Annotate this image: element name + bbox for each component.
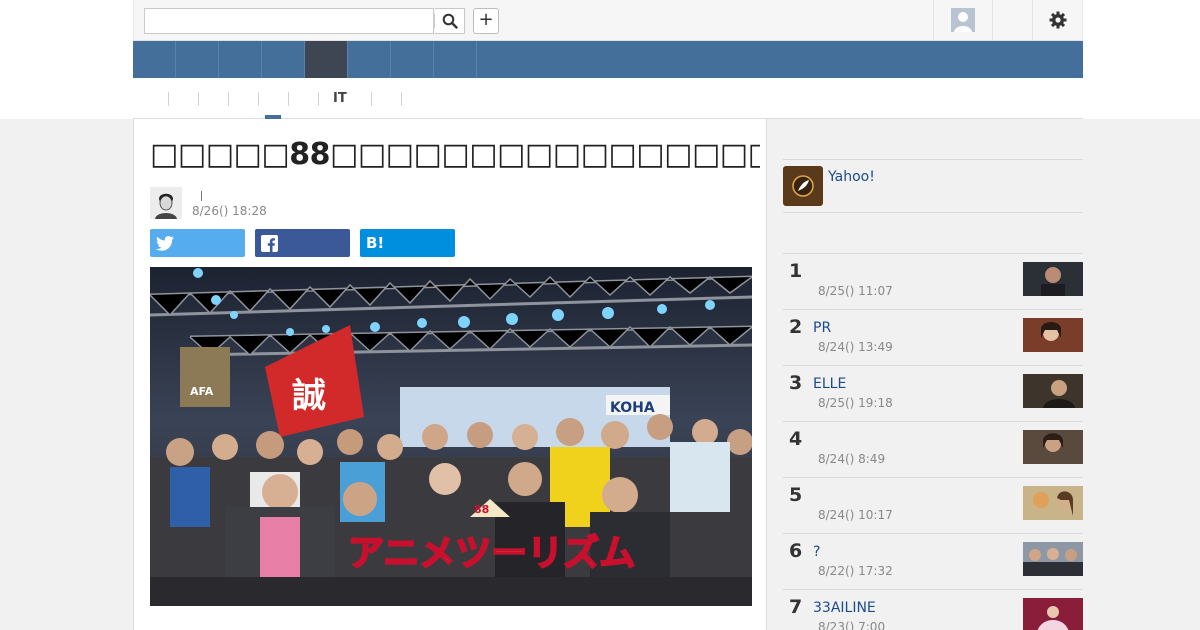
- rank-thumbnail[interactable]: [1023, 598, 1083, 630]
- rank-date: 8/24() 10:17: [818, 508, 893, 522]
- nav-item-5-active[interactable]: [305, 41, 348, 78]
- ranking-item-5[interactable]: 5 8/24() 10:17: [783, 477, 1083, 533]
- rank-date: 8/25() 11:07: [818, 284, 893, 298]
- rank-number: 1: [789, 260, 803, 282]
- author-avatar[interactable]: [150, 187, 182, 219]
- add-button[interactable]: +: [473, 8, 499, 34]
- thumbnail-image: [1023, 486, 1083, 520]
- search-input[interactable]: [144, 8, 434, 34]
- rank-date: 8/24() 13:49: [818, 340, 893, 354]
- user-avatar-icon: [951, 8, 975, 32]
- ranking-item-4[interactable]: 4 8/24() 8:49: [783, 421, 1083, 477]
- facebook-icon: [261, 234, 278, 252]
- nav-item-3[interactable]: [219, 41, 262, 78]
- article-panel: □□□□□88□□□□□□□□□□□□□□□□□□□□□□□□□□□□□□□ 8…: [133, 119, 767, 630]
- thumbnail-image: [1023, 374, 1083, 408]
- category-nav: [133, 41, 1083, 78]
- twitter-share-button[interactable]: [150, 229, 245, 257]
- rank-title[interactable]: PR: [813, 320, 831, 336]
- nav-item-4[interactable]: [262, 41, 305, 78]
- subnav-item-it[interactable]: IT: [333, 91, 347, 106]
- author-portrait-icon: [150, 187, 182, 219]
- rank-date: 8/23() 7:00: [818, 620, 886, 630]
- photo-logo-text: アニメツーリズム: [348, 532, 635, 574]
- yahoo-feather-icon[interactable]: [783, 166, 823, 206]
- nav-item-6[interactable]: [348, 41, 391, 78]
- photo-logo-number: 88: [474, 503, 489, 516]
- nav-item-7[interactable]: [391, 41, 434, 78]
- sidebar-divider-top: [783, 159, 1083, 160]
- hatena-bookmark-icon: B!: [366, 234, 385, 252]
- hatena-bookmark-button[interactable]: B!: [360, 229, 455, 257]
- header-toolbar: +: [133, 0, 1083, 41]
- subnav-item-8[interactable]: [371, 92, 401, 106]
- subnav-item-3[interactable]: [228, 92, 258, 106]
- author-divider: [201, 191, 202, 201]
- rank-number: 6: [789, 540, 803, 562]
- search-icon: [442, 13, 458, 29]
- article-date: 8/26() 18:28: [192, 204, 267, 218]
- ranking-item-3[interactable]: 3 ELLE 8/25() 19:18: [783, 365, 1083, 421]
- subnav-end-divider: [401, 92, 402, 106]
- svg-text:誠: 誠: [292, 376, 326, 416]
- sidebar: Yahoo! 1 8/25() 11:07 2 PR 8/24() 13:49 …: [783, 119, 1083, 630]
- rank-number: 2: [789, 316, 803, 338]
- rank-thumbnail[interactable]: [1023, 486, 1083, 520]
- event-stage-photo: KOHA AFA 誠 88 アニメツーリズム: [150, 267, 752, 606]
- rank-title[interactable]: ELLE: [813, 376, 846, 392]
- rank-thumbnail[interactable]: [1023, 430, 1083, 464]
- rank-thumbnail[interactable]: [1023, 262, 1083, 296]
- ranking-item-1[interactable]: 1 8/25() 11:07: [783, 253, 1083, 309]
- rank-number: 7: [789, 596, 803, 618]
- header-empty-slot[interactable]: [992, 0, 1032, 40]
- sidebar-divider-mid: [783, 212, 1083, 213]
- feather-icon: [792, 175, 814, 197]
- rank-thumbnail[interactable]: [1023, 318, 1083, 352]
- ranking-item-6[interactable]: 6 ? 8/22() 17:32: [783, 533, 1083, 589]
- search-button[interactable]: [435, 8, 465, 34]
- yahoo-link[interactable]: Yahoo!: [828, 169, 875, 185]
- rank-number: 5: [789, 484, 803, 506]
- svg-text:AFA: AFA: [190, 385, 214, 398]
- ranking-item-2[interactable]: 2 PR 8/24() 13:49: [783, 309, 1083, 365]
- thumbnail-image: [1023, 598, 1083, 630]
- twitter-icon: [156, 235, 174, 251]
- rank-date: 8/24() 8:49: [818, 452, 886, 466]
- subnav-item-4[interactable]: [258, 92, 288, 106]
- rank-number: 3: [789, 372, 803, 394]
- gear-icon: [1049, 11, 1067, 29]
- article-title: □□□□□88□□□□□□□□□□□□□□□□□□□□□□□□□□□□□□□: [150, 137, 760, 172]
- subnav-item-2[interactable]: [198, 92, 228, 106]
- rank-title[interactable]: 33AILINE: [813, 600, 876, 616]
- rank-thumbnail[interactable]: [1023, 542, 1083, 576]
- thumbnail-image: [1023, 430, 1083, 464]
- rank-date: 8/22() 17:32: [818, 564, 893, 578]
- thumbnail-image: [1023, 318, 1083, 352]
- settings-button[interactable]: [1032, 0, 1083, 40]
- nav-item-2[interactable]: [176, 41, 219, 78]
- article-photo[interactable]: KOHA AFA 誠 88 アニメツーリズム: [150, 267, 752, 606]
- nav-item-1[interactable]: [133, 41, 176, 78]
- subnav-item-5[interactable]: [288, 92, 318, 106]
- account-avatar-button[interactable]: [933, 0, 992, 40]
- svg-text:KOHA: KOHA: [610, 400, 655, 416]
- sub-nav: IT: [133, 78, 1083, 119]
- rank-title[interactable]: ?: [813, 544, 820, 560]
- subnav-item-1[interactable]: [168, 92, 198, 106]
- ranking-item-7[interactable]: 7 33AILINE 8/23() 7:00: [783, 589, 1083, 630]
- thumbnail-image: [1023, 542, 1083, 576]
- facebook-share-button[interactable]: [255, 229, 350, 257]
- rank-number: 4: [789, 428, 803, 450]
- thumbnail-image: [1023, 262, 1083, 296]
- rank-thumbnail[interactable]: [1023, 374, 1083, 408]
- rank-date: 8/25() 19:18: [818, 396, 893, 410]
- nav-item-8[interactable]: [434, 41, 477, 78]
